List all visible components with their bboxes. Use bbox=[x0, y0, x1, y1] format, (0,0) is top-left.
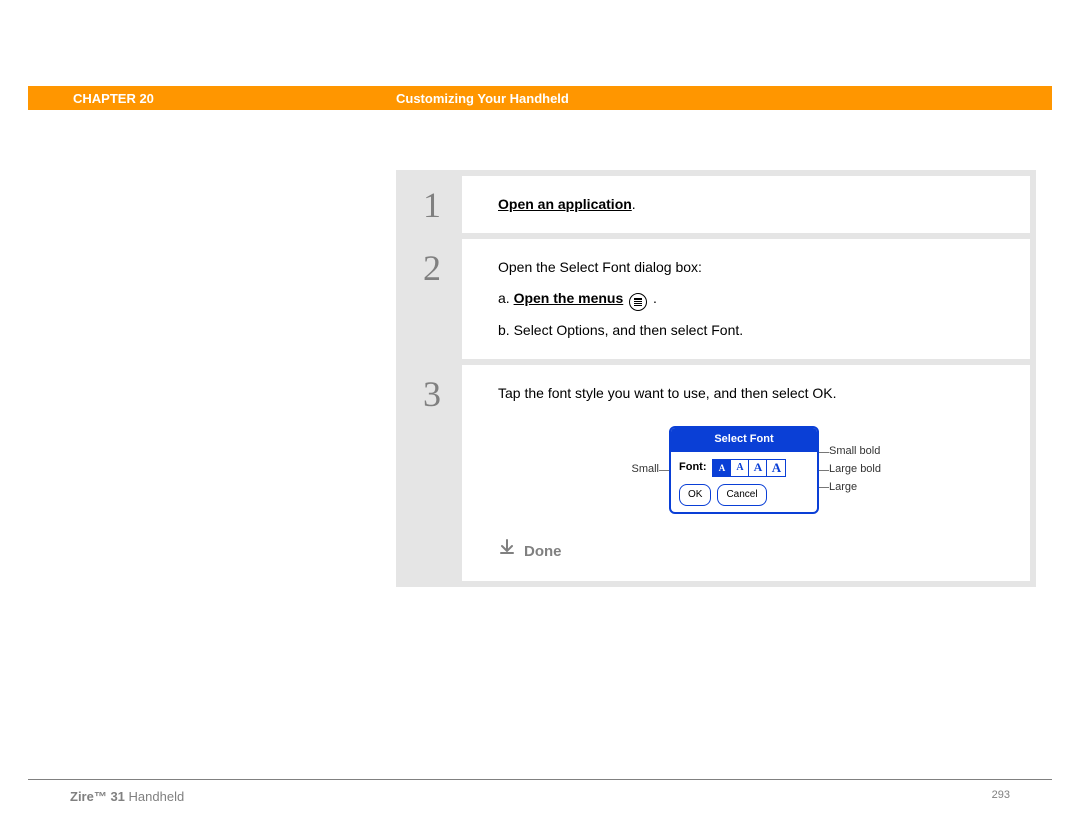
font-options: A A A A bbox=[712, 459, 786, 477]
step-lead-text: Tap the font style you want to use, and … bbox=[498, 381, 1010, 406]
done-indicator: Done bbox=[498, 538, 1010, 565]
step-body: Open an application. bbox=[462, 176, 1030, 233]
ok-button[interactable]: OK bbox=[679, 484, 711, 506]
open-application-link[interactable]: Open an application bbox=[498, 196, 632, 212]
step-row: 3 Tap the font style you want to use, an… bbox=[402, 365, 1030, 581]
step-row: 1 Open an application. bbox=[402, 176, 1030, 233]
font-option-large-bold[interactable]: A bbox=[767, 460, 785, 476]
page-header: CHAPTER 20 Customizing Your Handheld bbox=[28, 86, 1052, 110]
product-name: Zire™ 31 Handheld bbox=[70, 789, 184, 804]
footer-rule bbox=[28, 779, 1052, 780]
text: . bbox=[649, 290, 657, 306]
step-body: Open the Select Font dialog box: a. Open… bbox=[462, 239, 1030, 359]
callout-small: Small bbox=[589, 460, 659, 480]
chapter-label: CHAPTER 20 bbox=[73, 91, 154, 106]
callout-large-bold: Large bold bbox=[829, 461, 919, 479]
font-option-small-bold[interactable]: A bbox=[731, 460, 749, 476]
text: a. bbox=[498, 290, 514, 306]
font-option-small[interactable]: A bbox=[713, 460, 731, 476]
step-number-cell: 3 bbox=[402, 365, 462, 581]
product-bold: Zire™ 31 bbox=[70, 789, 125, 804]
font-option-large[interactable]: A bbox=[749, 460, 767, 476]
text: . bbox=[632, 196, 636, 212]
page-number: 293 bbox=[992, 789, 1010, 804]
font-row: Font: A A A A bbox=[679, 458, 809, 478]
select-font-dialog: Select Font Font: A A A A OK bbox=[669, 426, 819, 514]
step-row: 2 Open the Select Font dialog box: a. Op… bbox=[402, 239, 1030, 359]
step-number: 3 bbox=[423, 373, 441, 415]
callout-large: Large bbox=[829, 479, 919, 497]
steps-panel: 1 Open an application. 2 Open the Select… bbox=[396, 170, 1036, 587]
open-menus-link[interactable]: Open the menus bbox=[514, 290, 624, 306]
step-number: 1 bbox=[423, 184, 441, 226]
callouts-right: Small bold Large bold Large bbox=[829, 443, 919, 496]
callout-small-bold: Small bold bbox=[829, 443, 919, 461]
dialog-title: Select Font bbox=[671, 428, 817, 452]
step-body: Tap the font style you want to use, and … bbox=[462, 365, 1030, 581]
substep-b: b. Select Options, and then select Font. bbox=[498, 318, 1010, 343]
product-rest: Handheld bbox=[125, 789, 184, 804]
dialog-buttons: OK Cancel bbox=[679, 484, 809, 506]
done-arrow-icon bbox=[498, 538, 516, 565]
dialog-illustration: Small Select Font Font: A A A A bbox=[498, 426, 1010, 514]
font-label: Font: bbox=[679, 458, 706, 478]
step-lead-text: Open the Select Font dialog box: bbox=[498, 255, 1010, 280]
page-footer: Zire™ 31 Handheld 293 bbox=[70, 789, 1010, 804]
cancel-button[interactable]: Cancel bbox=[717, 484, 766, 506]
substep-a: a. Open the menus . bbox=[498, 286, 1010, 311]
step-number-cell: 1 bbox=[402, 176, 462, 233]
chapter-title: Customizing Your Handheld bbox=[396, 91, 569, 106]
menu-icon bbox=[629, 293, 647, 311]
done-label: Done bbox=[524, 538, 562, 565]
step-number: 2 bbox=[423, 247, 441, 289]
step-number-cell: 2 bbox=[402, 239, 462, 359]
